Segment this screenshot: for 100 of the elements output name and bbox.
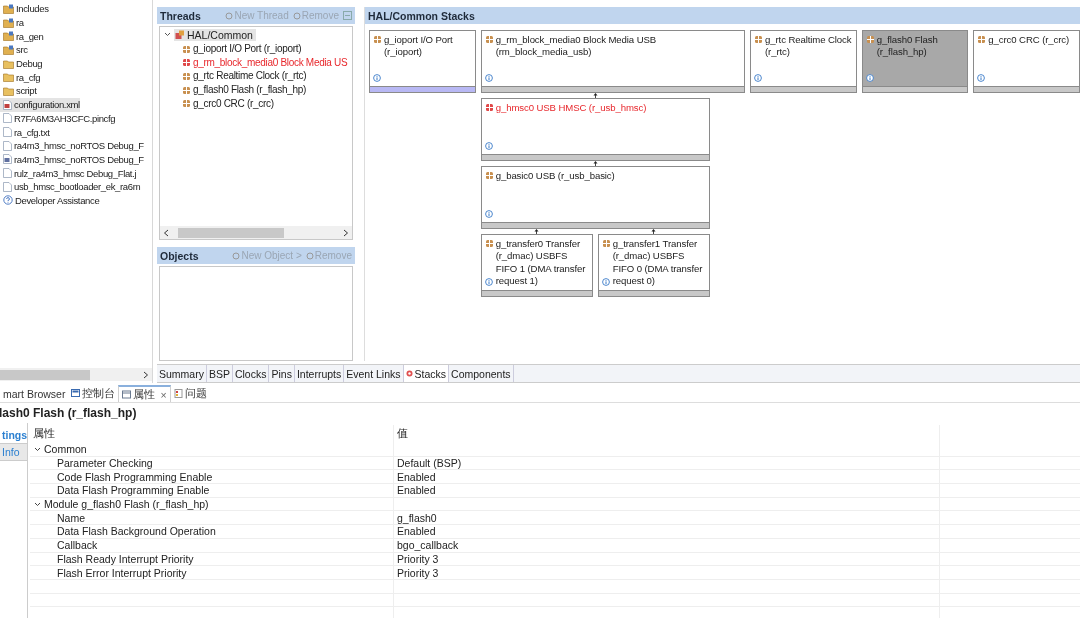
property-value[interactable]: Priority 3 — [393, 566, 939, 579]
component-icon — [182, 85, 191, 95]
module-card[interactable]: g_transfer1 Transfer (r_dmac) USBFS FIFO 0 (DMA transfer request 0) — [597, 234, 710, 290]
module-card[interactable]: g_transfer0 Transfer (r_dmac) USBFS FIFO 1 (DMA transfer request 1) — [480, 234, 593, 290]
property-name: Parameter Checking — [56, 456, 154, 470]
module-label: g_crc0 CRC (r_crc) — [988, 34, 1070, 47]
module-card[interactable]: g_hmsc0 USB HMSC (r_usb_hmsc) — [480, 98, 710, 154]
project-tree-item[interactable]: ra4m3_hmsc_noRTOS Debug_F — [0, 152, 144, 167]
file-icon — [3, 154, 12, 165]
module-card[interactable]: g_flash0 Flash (r_flash_hp) — [861, 30, 969, 86]
component-icon — [182, 99, 191, 109]
module-card[interactable]: g_ioport I/O Port (r_ioport) — [369, 30, 476, 86]
project-tree-item[interactable]: script — [0, 84, 37, 98]
property-name: Code Flash Programming Enable — [56, 470, 214, 484]
info-icon[interactable] — [484, 210, 493, 218]
component-icon — [182, 71, 191, 81]
side-tab[interactable]: Info — [0, 444, 27, 461]
project-tree-item[interactable]: Includes — [0, 2, 49, 16]
info-icon[interactable] — [373, 74, 381, 82]
property-name: Data Flash Background Operation — [56, 525, 217, 538]
folder-icon — [3, 3, 14, 14]
minimize-icon[interactable] — [343, 11, 352, 20]
property-name: Name — [56, 511, 86, 525]
info-icon[interactable] — [601, 278, 610, 286]
view-tab[interactable]: 控制台 — [68, 385, 119, 402]
info-icon[interactable] — [484, 74, 493, 82]
component-icon — [373, 35, 382, 44]
editor-tab[interactable]: Event Links — [344, 365, 404, 382]
project-tree-item[interactable]: configuration.xml — [0, 97, 80, 112]
expand-icon[interactable] — [34, 445, 41, 453]
section-label: Common — [44, 443, 87, 456]
module-card[interactable]: g_basic0 USB (r_usb_basic) — [480, 166, 710, 222]
info-icon[interactable] — [484, 142, 493, 150]
project-tree-item[interactable]: rulz_ra4m3_hmsc Debug_Flat.j — [0, 166, 137, 180]
scroll-thumb[interactable] — [0, 369, 90, 380]
scroll-thumb[interactable] — [178, 227, 284, 238]
file-icon — [3, 99, 12, 110]
component-icon — [865, 35, 875, 44]
module-card[interactable]: g_crc0 CRC (r_crc) — [973, 30, 1080, 86]
module-card[interactable]: g_rtc Realtime Clock (r_rtc) — [750, 30, 857, 86]
module-label: g_transfer0 Transfer (r_dmac) USBFS FIFO 1 (DMA transfer request 1) — [495, 238, 587, 288]
project-tree-item[interactable]: ra_cfg.txt — [0, 125, 50, 139]
project-tree-item[interactable]: ra_gen — [0, 29, 44, 44]
section-label: Module g_flash0 Flash (r_flash_hp) — [44, 498, 209, 511]
view-tab[interactable]: 属性 × — [118, 385, 171, 402]
property-value[interactable]: Enabled — [393, 525, 939, 538]
property-value[interactable]: Enabled — [393, 470, 939, 484]
property-value[interactable]: g_flash0 — [393, 511, 939, 525]
editor-tab[interactable]: Stacks — [403, 365, 450, 382]
module-label: g_transfer1 Transfer (r_dmac) USBFS FIFO 0 (DMA transfer request 0) — [612, 238, 704, 288]
component-icon — [977, 35, 987, 44]
editor-tab[interactable]: Components — [449, 365, 514, 382]
info-icon[interactable] — [484, 278, 493, 286]
project-tree-item[interactable]: Developer Assistance — [0, 193, 100, 208]
editor-tab[interactable]: Summary — [157, 365, 207, 382]
pane-title: HAL/Common Stacks — [368, 9, 475, 22]
view-tab[interactable]: mart Browser — [0, 385, 69, 402]
module-card[interactable]: g_rm_block_media0 Block Media USB (rm_block_media_usb) — [480, 30, 745, 86]
console-icon — [71, 389, 81, 398]
component-icon — [484, 35, 494, 44]
info-icon[interactable] — [865, 74, 874, 82]
project-tree-item[interactable]: ra — [0, 15, 24, 30]
property-value[interactable]: Priority 3 — [393, 552, 939, 566]
expand-icon[interactable] — [164, 31, 171, 39]
property-value[interactable]: Default (BSP) — [393, 456, 939, 470]
tree-item[interactable]: g_ioport I/O Port (r_ioport) — [193, 43, 302, 55]
project-tree-item[interactable]: R7FA6M3AH3CFC.pincfg — [0, 111, 116, 126]
scroll-right-icon[interactable] — [343, 228, 349, 237]
file-icon — [3, 113, 12, 124]
info-icon[interactable] — [754, 74, 762, 82]
property-name: Callback — [56, 538, 99, 552]
tree-item[interactable]: g_rm_block_media0 Block Media US — [193, 56, 348, 68]
project-tree-item[interactable]: ra4m3_hmsc_noRTOS Debug_F — [0, 138, 144, 153]
connector-arrow — [591, 93, 599, 98]
property-value[interactable]: bgo_callback — [393, 538, 939, 552]
tree-item[interactable]: g_rtc Realtime Clock (r_rtc) — [193, 70, 307, 82]
project-tree-item[interactable]: usb_hmsc_bootloader_ek_ra6m — [0, 179, 141, 194]
info-icon[interactable] — [977, 74, 986, 82]
folder-icon — [3, 58, 14, 69]
editor-tab[interactable]: BSP — [206, 365, 233, 382]
tree-item[interactable]: g_crc0 CRC (r_crc) — [193, 97, 274, 109]
component-icon — [484, 239, 494, 248]
editor-tab[interactable]: Pins — [269, 365, 295, 382]
property-value[interactable]: Enabled — [393, 484, 939, 497]
editor-tab[interactable]: Clocks — [232, 365, 270, 382]
action-icon — [232, 251, 241, 260]
project-tree-item[interactable]: Debug — [0, 56, 43, 71]
module-label: g_ioport I/O Port (r_ioport) — [384, 34, 454, 59]
project-tree-item[interactable]: src — [0, 43, 28, 57]
tree-item[interactable]: HAL/Common — [174, 28, 256, 41]
expand-icon[interactable] — [34, 500, 41, 508]
problems-icon — [173, 389, 183, 398]
scroll-left-icon[interactable] — [163, 228, 169, 237]
project-tree-item[interactable]: ra_cfg — [0, 70, 41, 85]
scroll-right-icon[interactable] — [143, 370, 149, 379]
tree-item[interactable]: g_flash0 Flash (r_flash_hp) — [193, 84, 307, 96]
view-tab[interactable]: 问题 — [170, 385, 210, 402]
stack-icon — [175, 29, 185, 40]
module-label: g_basic0 USB (r_usb_basic) — [495, 170, 615, 183]
editor-tab[interactable]: Interrupts — [294, 365, 345, 382]
